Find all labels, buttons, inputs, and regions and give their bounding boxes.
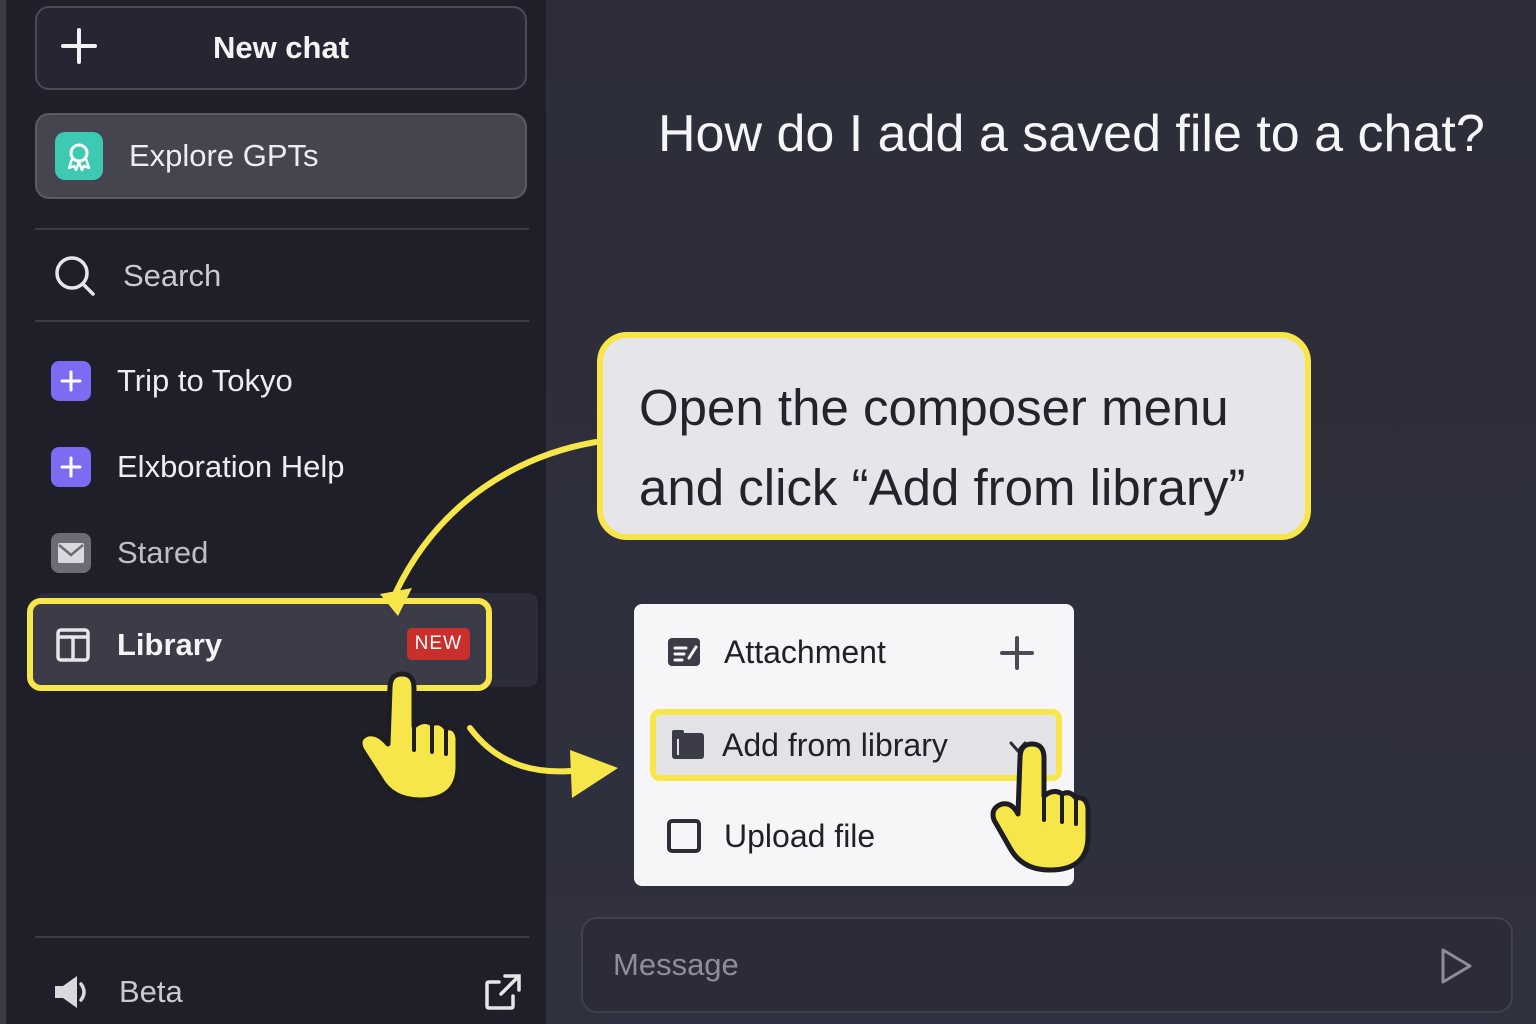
checkbox-icon: [667, 819, 701, 853]
message-composer[interactable]: Message: [581, 917, 1513, 1013]
sidebar-item-label: Trip to Tokyo: [117, 363, 293, 398]
sidebar-item-library[interactable]: Library NEW: [27, 598, 492, 691]
beta-label: Beta: [119, 974, 183, 1009]
search-item[interactable]: Search: [35, 238, 529, 314]
plus-square-icon: [51, 447, 91, 487]
speaker-icon: [55, 976, 86, 1008]
menu-item-upload-file[interactable]: Upload file: [634, 790, 1074, 882]
new-chat-label: New chat: [212, 30, 350, 65]
send-icon[interactable]: [1439, 947, 1473, 985]
sidebar-item-elxboration-help[interactable]: Elxboration Help: [35, 432, 529, 502]
divider: [35, 936, 529, 938]
message-placeholder: Message: [613, 947, 739, 982]
attachment-icon: [668, 638, 700, 666]
sidebar-item-stared[interactable]: Stared: [35, 518, 529, 588]
plus-icon: [1000, 636, 1034, 670]
user-question: How do I add a saved file to a chat?: [658, 105, 1485, 163]
plus-square-icon: [51, 361, 91, 401]
sidebar-item-label: Stared: [117, 535, 209, 570]
add-from-library-label: Add from library: [722, 726, 948, 763]
mail-icon: [51, 533, 91, 573]
divider: [35, 228, 529, 230]
upload-file-label: Upload file: [724, 817, 876, 854]
gpt-icon: [55, 132, 103, 180]
new-chat-button[interactable]: New chat: [35, 6, 527, 90]
menu-item-add-from-library[interactable]: Add from library: [650, 709, 1062, 781]
plus-icon: [61, 28, 97, 64]
instruction-callout: Open the composer menu and click “Add fr…: [597, 332, 1311, 540]
sidebar: New chat Explore GPTs Search Trip to Tok…: [0, 0, 546, 1024]
explore-gpts-label: Explore GPTs: [129, 138, 319, 173]
menu-item-attachment[interactable]: Attachment: [634, 606, 1074, 698]
sidebar-item-trip-to-tokyo[interactable]: Trip to Tokyo: [35, 346, 529, 416]
new-badge: NEW: [406, 628, 470, 660]
chevron-down-icon: [1009, 741, 1027, 754]
folder-icon: [672, 730, 704, 759]
library-icon: [56, 627, 90, 662]
divider: [35, 320, 529, 322]
search-label: Search: [123, 258, 222, 293]
attachment-label: Attachment: [724, 633, 886, 670]
callout-line-2: and click “Add from library”: [639, 459, 1246, 516]
sidebar-item-label: Elxboration Help: [117, 449, 345, 484]
explore-gpts-button[interactable]: Explore GPTs: [35, 113, 527, 199]
callout-line-1: Open the composer menu: [639, 379, 1229, 436]
beta-item[interactable]: Beta: [35, 960, 529, 1024]
library-label: Library: [117, 626, 223, 662]
search-icon: [55, 256, 95, 296]
external-link-icon[interactable]: [483, 972, 523, 1012]
